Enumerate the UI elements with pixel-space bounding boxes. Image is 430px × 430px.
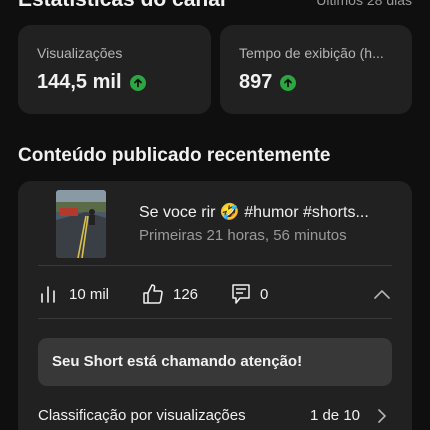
thumbs-up-icon [143, 284, 163, 304]
watch-time-stat-value: 897 [239, 71, 273, 93]
views-stat-card[interactable]: Visualizações 144,5 mil [18, 25, 211, 114]
divider [38, 318, 392, 319]
video-metrics-row: 10 mil 126 0 [40, 281, 390, 307]
period-label: Últimos 28 dias [316, 0, 412, 8]
ranking-value: 1 de 10 [309, 407, 360, 424]
bar-chart-icon [41, 286, 55, 303]
arrow-up-circle-icon [129, 74, 146, 91]
ranking-label: Classificação por visualizações [38, 407, 246, 424]
views-metric: 10 mil [40, 285, 142, 303]
watch-time-stat-label: Tempo de exibição (h... [239, 45, 384, 61]
views-stat-label: Visualizações [37, 45, 123, 61]
comments-metric: 0 [231, 283, 268, 305]
recent-content-title: Conteúdo publicado recentemente [18, 145, 331, 166]
watch-time-stat-card[interactable]: Tempo de exibição (h... 897 [220, 25, 412, 114]
views-stat-value: 144,5 mil [37, 71, 122, 93]
views-count: 10 mil [69, 285, 110, 303]
recent-content-card: Se voce rir 🤣 #humor #shorts... Primeira… [18, 181, 412, 430]
channel-stats-header: Estatísticas do canal Últimos 28 dias [18, 0, 412, 12]
views-ranking-row[interactable]: Classificação por visualizações 1 de 10 [38, 407, 392, 427]
likes-metric: 126 [142, 283, 231, 305]
divider [38, 265, 392, 266]
video-subtitle: Primeiras 21 horas, 56 minutos [139, 227, 347, 244]
video-title[interactable]: Se voce rir 🤣 #humor #shorts... [139, 202, 369, 222]
video-thumbnail[interactable] [56, 190, 106, 258]
comments-count: 0 [260, 285, 269, 303]
performance-alert[interactable]: Seu Short está chamando atenção! [38, 338, 392, 386]
arrow-up-circle-icon [280, 74, 297, 91]
alert-text: Seu Short está chamando atenção! [52, 353, 303, 370]
likes-count: 126 [173, 285, 199, 303]
page-title: Estatísticas do canal [18, 0, 226, 12]
comment-icon [232, 284, 250, 304]
chevron-right-icon [377, 409, 386, 427]
chevron-up-icon[interactable] [374, 286, 390, 304]
views-stat-value-row: 144,5 mil [37, 71, 146, 94]
watch-time-stat-value-row: 897 [239, 71, 297, 94]
